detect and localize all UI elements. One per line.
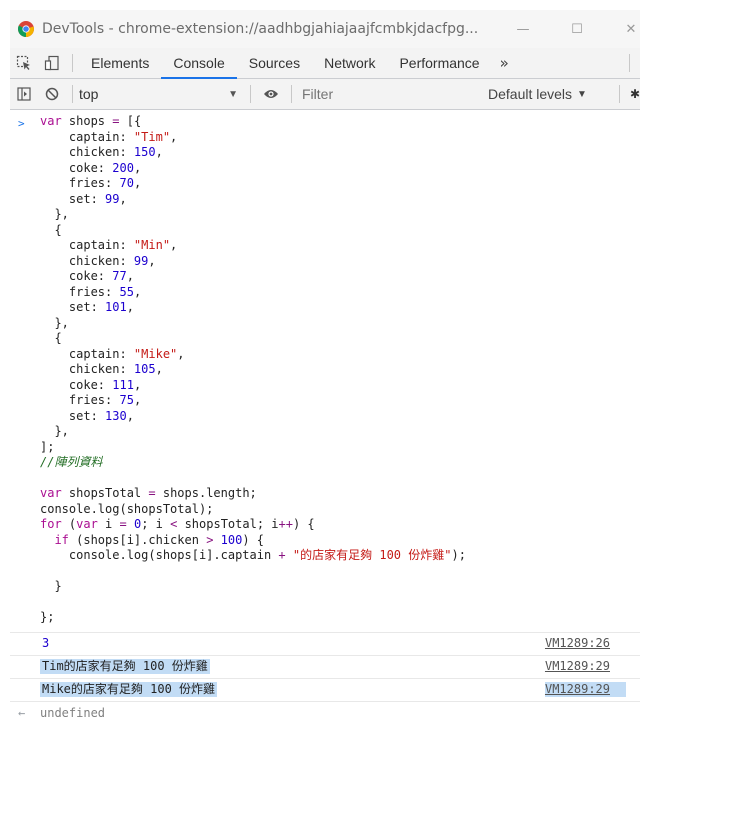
tab-performance[interactable]: Performance xyxy=(387,48,491,78)
console-input-entry: > var shops = [{ captain: "Tim", chicken… xyxy=(10,110,640,632)
tab-sources[interactable]: Sources xyxy=(237,48,312,78)
message-text: 3 xyxy=(42,635,50,650)
clear-console-icon[interactable] xyxy=(38,79,66,109)
toolbar-divider xyxy=(629,54,630,72)
settings-gear-icon[interactable]: ✱ xyxy=(630,87,640,101)
live-expression-eye-icon[interactable] xyxy=(257,79,285,109)
console-message: 3 VM1289:26 xyxy=(10,631,640,655)
input-prompt-icon: > xyxy=(18,117,25,130)
more-tabs-button[interactable]: » xyxy=(492,54,517,72)
inspect-element-icon[interactable] xyxy=(10,48,38,78)
show-sidebar-icon[interactable] xyxy=(10,79,38,109)
close-button[interactable]: ✕ xyxy=(616,10,640,48)
message-text: Mike的店家有足夠 100 份炸雞 xyxy=(40,681,218,697)
dropdown-arrow-icon: ▼ xyxy=(228,88,238,100)
console-code: var shops = [{ captain: "Tim", chicken: … xyxy=(40,114,466,624)
chrome-logo-icon xyxy=(18,21,34,37)
filter-input[interactable] xyxy=(298,86,456,102)
toolbar-divider xyxy=(72,85,73,103)
log-levels-dropdown[interactable]: Default levels ▼ xyxy=(488,79,587,109)
window-title: DevTools - chrome-extension://aadhbgjahi… xyxy=(42,21,479,37)
message-source-link[interactable]: VM1289:26 xyxy=(545,636,610,651)
console-message: Mike的店家有足夠 100 份炸雞 VM1289:29 xyxy=(10,677,640,701)
result-value: undefined xyxy=(40,705,106,720)
tab-console[interactable]: Console xyxy=(161,48,238,79)
tab-network[interactable]: Network xyxy=(312,48,387,78)
console-result: ← undefined xyxy=(10,700,640,724)
context-selector[interactable]: top ▼ xyxy=(79,86,244,102)
console-panel[interactable]: > var shops = [{ captain: "Tim", chicken… xyxy=(10,110,640,724)
tab-elements[interactable]: Elements xyxy=(79,48,161,78)
devtools-window: DevTools - chrome-extension://aadhbgjahi… xyxy=(10,10,640,830)
console-message: Tim的店家有足夠 100 份炸雞 VM1289:29 xyxy=(10,654,640,678)
message-source-link[interactable]: VM1289:29 xyxy=(545,659,610,674)
console-toolbar: top ▼ Default levels ▼ ✱ xyxy=(10,79,640,110)
toolbar-divider xyxy=(250,85,251,103)
context-value: top xyxy=(79,86,99,102)
minimize-button[interactable]: — xyxy=(508,10,538,48)
result-arrow-icon: ← xyxy=(18,705,26,720)
message-text: Tim的店家有足夠 100 份炸雞 xyxy=(40,658,210,674)
device-toolbar-icon[interactable] xyxy=(38,48,66,78)
panel-tab-bar: Elements Console Sources Network Perform… xyxy=(10,48,640,79)
log-levels-label: Default levels xyxy=(488,86,573,102)
message-source-link[interactable]: VM1289:29 xyxy=(544,681,626,697)
toolbar-divider xyxy=(72,54,73,72)
title-bar: DevTools - chrome-extension://aadhbgjahi… xyxy=(10,10,640,48)
toolbar-divider xyxy=(291,85,292,103)
toolbar-divider xyxy=(619,85,620,103)
maximize-button[interactable]: ☐ xyxy=(562,10,592,48)
dropdown-arrow-icon: ▼ xyxy=(577,88,587,100)
